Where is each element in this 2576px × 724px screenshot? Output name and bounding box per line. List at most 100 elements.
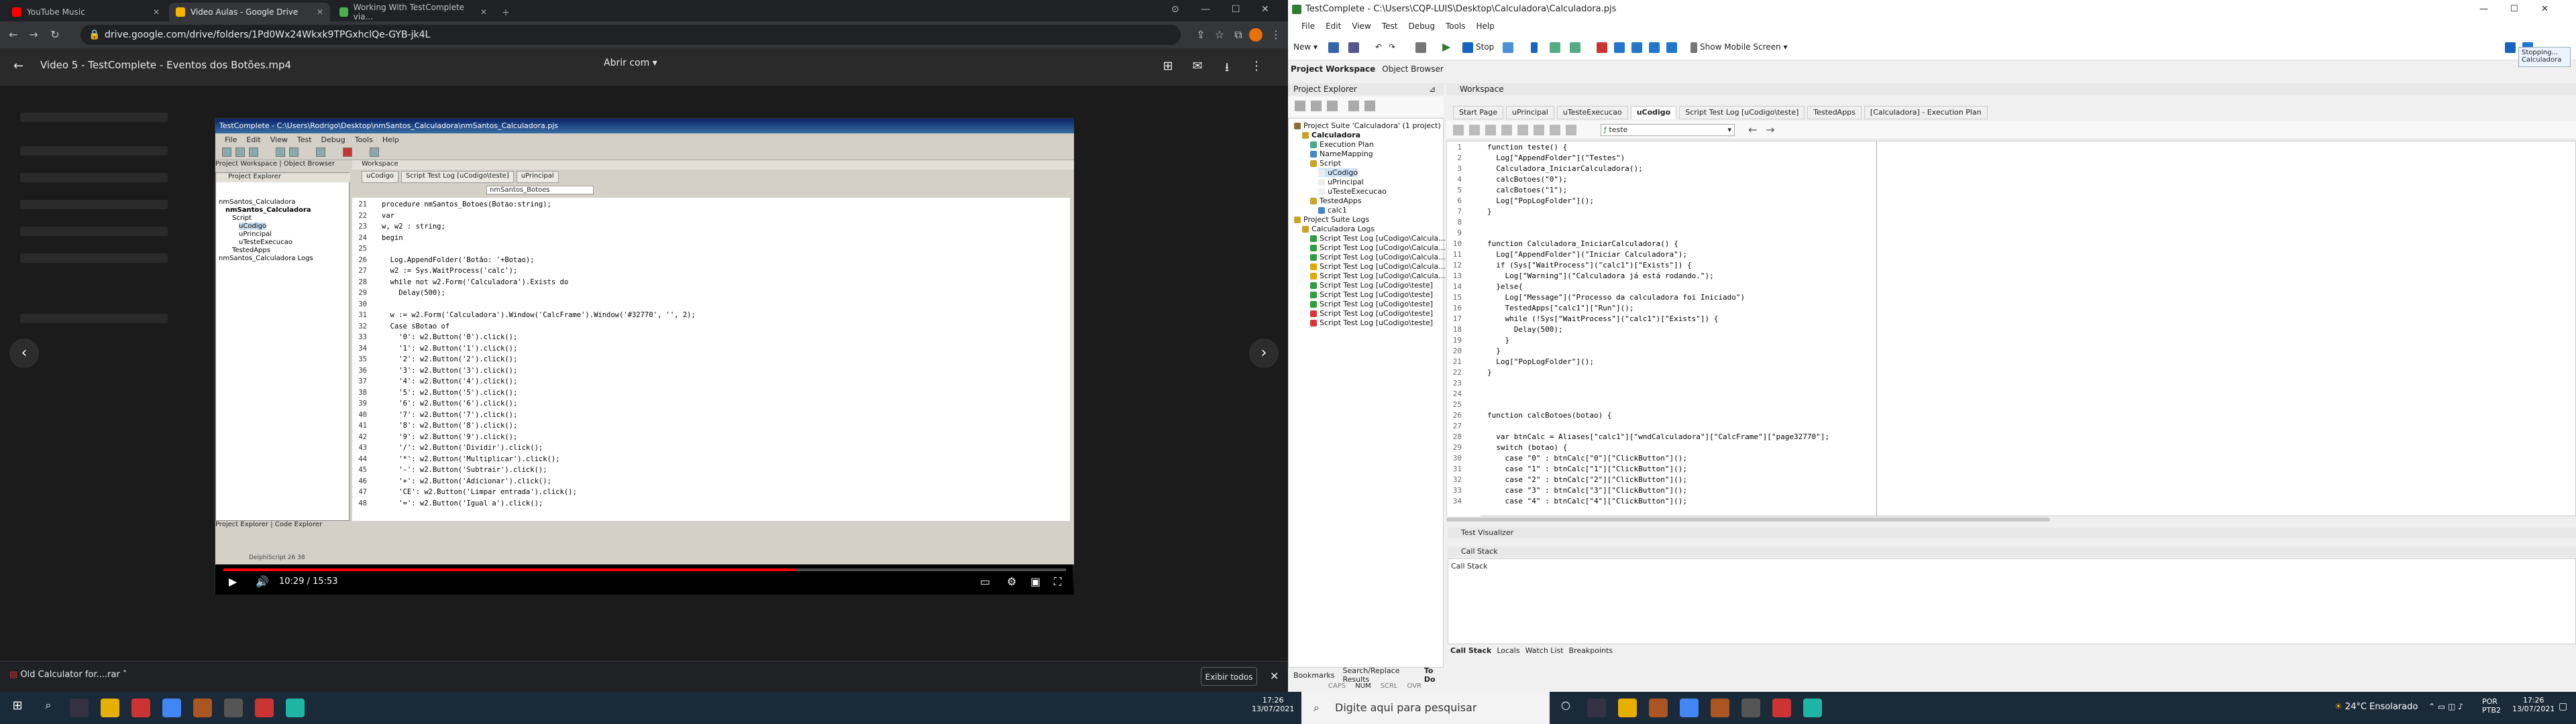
tab-youtube-music[interactable]: YouTube Music ✕	[5, 3, 166, 21]
editor-tab[interactable]: uCodigo	[1630, 106, 1677, 119]
editor-tab[interactable]: uPrincipal	[1506, 106, 1554, 119]
next-file-button[interactable]: ›	[1249, 339, 1279, 368]
menu-tools[interactable]: Tools	[1446, 21, 1466, 31]
navigate-back-icon[interactable]: ←	[1748, 123, 1757, 136]
open-with-button[interactable]: Abrir com ▾	[604, 58, 657, 68]
app-icon[interactable]	[1711, 699, 1729, 717]
object-spy-icon[interactable]	[1597, 40, 1610, 54]
captions-icon[interactable]: ▭	[980, 575, 990, 588]
tab-search-icon[interactable]: ⊙	[1171, 4, 1179, 15]
pin-icon[interactable]: ⊿	[1429, 83, 1436, 95]
editor-tool-icon[interactable]	[1550, 125, 1560, 135]
chrome-icon[interactable]	[1680, 699, 1699, 717]
left-clock[interactable]: 17:26 13/07/2021	[1252, 696, 1294, 713]
back-icon[interactable]: ←	[7, 28, 20, 42]
tree-item[interactable]: Script Test Log [uCodigo\Calcula...	[1310, 234, 1446, 243]
tree-item[interactable]: uPrincipal	[1318, 178, 1364, 186]
tree-item[interactable]: uCodigo	[1318, 168, 1358, 177]
pause-icon[interactable]	[1531, 40, 1540, 54]
download-icon[interactable]: ⭳	[1220, 59, 1234, 74]
run-icon[interactable]: ▶	[1442, 40, 1450, 54]
tree-item[interactable]: Script Test Log [uCodigo\teste]	[1310, 309, 1433, 318]
close-icon[interactable]: ✕	[153, 7, 160, 17]
tab-call-stack[interactable]: Call Stack	[1450, 646, 1491, 658]
editor-tool-icon[interactable]	[1453, 125, 1464, 135]
language-indicator[interactable]: POR PTB2	[2482, 697, 2502, 715]
record-icon[interactable]	[1503, 40, 1516, 54]
video-player[interactable]: TestComplete - C:\Users\Rodrigo\Desktop\…	[215, 118, 1074, 595]
step-icon[interactable]	[1550, 40, 1563, 54]
share-icon[interactable]: ⇪	[1194, 28, 1208, 42]
tree-item[interactable]: Calculadora	[1302, 131, 1360, 139]
redo-icon[interactable]: ↷	[1389, 40, 1395, 54]
app-icon[interactable]	[1741, 699, 1760, 717]
navigate-forward-icon[interactable]: →	[1766, 123, 1774, 136]
tree-item[interactable]: Project Suite 'Calculadora' (1 project)	[1294, 121, 1441, 130]
editor-tab[interactable]: uTesteExecucao	[1556, 106, 1628, 119]
tree-item[interactable]: Script Test Log [uCodigo\Calcula...	[1310, 243, 1446, 252]
menu-debug[interactable]: Debug	[1408, 21, 1434, 31]
video-progress-bar[interactable]	[223, 568, 1066, 571]
editor-tool-icon[interactable]	[1501, 125, 1512, 135]
app-icon[interactable]	[255, 699, 274, 717]
notifications-icon[interactable]: ▢	[2559, 701, 2567, 712]
tree-item[interactable]: Script Test Log [uCodigo\Calcula...	[1310, 272, 1446, 280]
maximize-icon[interactable]: ☐	[1232, 4, 1240, 15]
run-settings-icon[interactable]	[1415, 40, 1429, 54]
file-explorer-icon[interactable]	[1618, 699, 1637, 717]
search-icon[interactable]: ⌕	[39, 699, 58, 717]
task-view-icon[interactable]	[1587, 699, 1606, 717]
task-view-icon[interactable]	[70, 699, 89, 717]
chrome-icon[interactable]	[162, 699, 181, 717]
stop-button[interactable]: Stop	[1462, 40, 1494, 54]
editor-tool-icon[interactable]	[1469, 125, 1480, 135]
editor-splitter[interactable]	[1876, 141, 1877, 517]
editor-tab[interactable]: [Calculadora] - Execution Plan	[1864, 106, 1988, 119]
routine-dropdown[interactable]: ƒ teste ▾	[1601, 124, 1735, 136]
code-editor[interactable]: 1 2 3 4 5 6 7 8 9 10 11 12 13 14 15 16 17 18 19 20 21 22 23 24 2…	[1446, 141, 2576, 517]
editor-tool-icon[interactable]	[1517, 125, 1528, 135]
mobile-screen-button[interactable]: Show Mobile Screen ▾	[1690, 40, 1787, 54]
tree-item[interactable]: Script	[1310, 159, 1341, 168]
windows-start-icon[interactable]: ⊞	[8, 699, 27, 717]
settings-gear-icon[interactable]: ⚙	[1007, 575, 1016, 588]
explorer-bottom-tab[interactable]: Search/Replace Results	[1342, 666, 1415, 684]
previous-file-button[interactable]: ‹	[9, 339, 39, 368]
tree-item[interactable]: Calculadora Logs	[1302, 225, 1375, 233]
tree-item[interactable]: Script Test Log [uCodigo\teste]	[1310, 318, 1433, 327]
tree-item[interactable]: Script Test Log [uCodigo\teste]	[1310, 300, 1433, 308]
tab-watch-list[interactable]: Watch List	[1525, 646, 1564, 658]
analyze-icon[interactable]	[1631, 40, 1645, 54]
taskbar-search-box[interactable]: ⌕ Digite aqui para pesquisar	[1301, 692, 1550, 724]
close-icon[interactable]: ✕	[317, 7, 323, 17]
chrome-menu-icon[interactable]: ⋮	[1269, 28, 1283, 42]
tree-item[interactable]: Script Test Log [uCodigo\Calcula...	[1310, 253, 1446, 261]
maximize-icon[interactable]: ☐	[2510, 0, 2518, 19]
tree-item[interactable]: Script Test Log [uCodigo\Calcula...	[1310, 262, 1446, 271]
chevron-up-icon[interactable]: ˄	[123, 670, 127, 680]
bookmark-star-icon[interactable]: ☆	[1213, 28, 1226, 42]
explorer-bottom-tab[interactable]: To Do	[1424, 666, 1444, 684]
horizontal-scrollbar[interactable]	[1446, 516, 2576, 523]
minimize-icon[interactable]: —	[2479, 0, 2488, 19]
save-icon[interactable]	[1328, 40, 1342, 54]
undo-icon[interactable]: ↶	[1375, 40, 1382, 54]
tree-item[interactable]: uTesteExecucao	[1318, 187, 1387, 196]
save-all-icon[interactable]	[1348, 40, 1362, 54]
explorer-tool-icon[interactable]	[1311, 101, 1322, 111]
volume-icon[interactable]: 🔊	[256, 575, 269, 588]
explorer-tool-icon[interactable]	[1348, 101, 1359, 111]
right-clock[interactable]: 17:26 13/07/2021	[2512, 696, 2555, 713]
close-icon[interactable]: ✕	[480, 7, 487, 17]
weather-widget[interactable]: ☀ 24°C Ensolarado	[2334, 702, 2418, 712]
network-icon[interactable]	[1614, 40, 1627, 54]
tree-item[interactable]: TestedApps	[1310, 196, 1362, 205]
editor-tool-icon[interactable]	[1566, 125, 1576, 135]
window-close-icon[interactable]: ✕	[2541, 0, 2548, 19]
explorer-tool-icon[interactable]	[1295, 101, 1305, 111]
menu-view[interactable]: View	[1352, 21, 1371, 31]
profile-avatar[interactable]	[1249, 28, 1263, 42]
explorer-tool-icon[interactable]	[1364, 101, 1375, 111]
reload-icon[interactable]: ↻	[48, 28, 62, 42]
close-icon[interactable]: ✕	[1270, 670, 1279, 682]
